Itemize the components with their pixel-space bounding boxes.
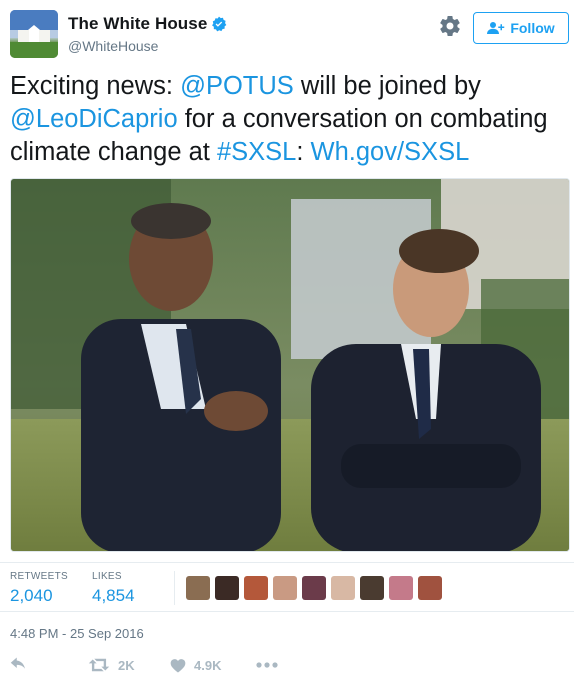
liker-avatar[interactable] [244, 576, 268, 600]
retweets-label: RETWEETS [10, 571, 68, 582]
likes-count: 4,854 [92, 586, 135, 605]
tweet-text: Exciting news: @POTUS will be joined by … [10, 70, 570, 169]
more-dots-icon [256, 662, 278, 668]
like-button[interactable]: 4.9K [170, 658, 256, 673]
follow-button[interactable]: Follow [473, 12, 569, 44]
reply-button[interactable] [10, 657, 88, 673]
liker-avatar[interactable] [331, 576, 355, 600]
add-user-icon [487, 22, 505, 34]
liker-avatar[interactable] [360, 576, 384, 600]
liker-avatar[interactable] [389, 576, 413, 600]
liker-avatar[interactable] [418, 576, 442, 600]
url-link[interactable]: Wh.gov/SXSL [311, 138, 470, 166]
account-avatar[interactable] [10, 10, 58, 58]
tweet-actions: 2K 4.9K [10, 654, 570, 676]
stats-divider [174, 571, 175, 605]
liker-avatars [186, 576, 447, 600]
follow-button-label: Follow [510, 20, 555, 36]
tweet-text-segment: : [296, 138, 311, 166]
hashtag-sxsl-link[interactable]: #SXSL [217, 138, 296, 166]
likes-label: LIKES [92, 571, 122, 582]
tweet-photo[interactable] [10, 178, 570, 552]
heart-icon [170, 658, 186, 672]
name-row: The White House [68, 14, 227, 34]
retweet-icon [88, 658, 110, 672]
tweet-text-segment: will be joined by [293, 72, 481, 100]
retweets-count: 2,040 [10, 586, 53, 605]
more-button[interactable] [256, 662, 278, 668]
account-handle[interactable]: @WhiteHouse [68, 38, 158, 54]
tweet-timestamp[interactable]: 4:48 PM - 25 Sep 2016 [10, 626, 144, 641]
likes-stat[interactable]: LIKES 4,854 [92, 571, 135, 606]
liker-avatar[interactable] [186, 576, 210, 600]
mention-leodicaprio-link[interactable]: @LeoDiCaprio [10, 105, 178, 133]
white-house-logo-image [10, 10, 58, 58]
tweet-header: The White House @WhiteHouse Follow [10, 10, 570, 60]
retweet-count: 2K [118, 657, 135, 673]
liker-avatar[interactable] [302, 576, 326, 600]
verified-badge-icon [212, 16, 227, 32]
liker-avatar[interactable] [273, 576, 297, 600]
reply-icon [10, 657, 25, 669]
liker-avatar[interactable] [215, 576, 239, 600]
tweet-text-segment: Exciting news: [10, 72, 181, 100]
tweet-stats: RETWEETS 2,040 LIKES 4,854 [0, 562, 574, 612]
retweet-button[interactable]: 2K [88, 657, 170, 673]
mention-potus-link[interactable]: @POTUS [180, 72, 294, 100]
gear-icon[interactable] [438, 14, 462, 38]
account-display-name[interactable]: The White House [68, 14, 207, 34]
photo-image [11, 179, 569, 551]
like-count: 4.9K [194, 657, 222, 673]
retweets-stat[interactable]: RETWEETS 2,040 [10, 571, 68, 606]
